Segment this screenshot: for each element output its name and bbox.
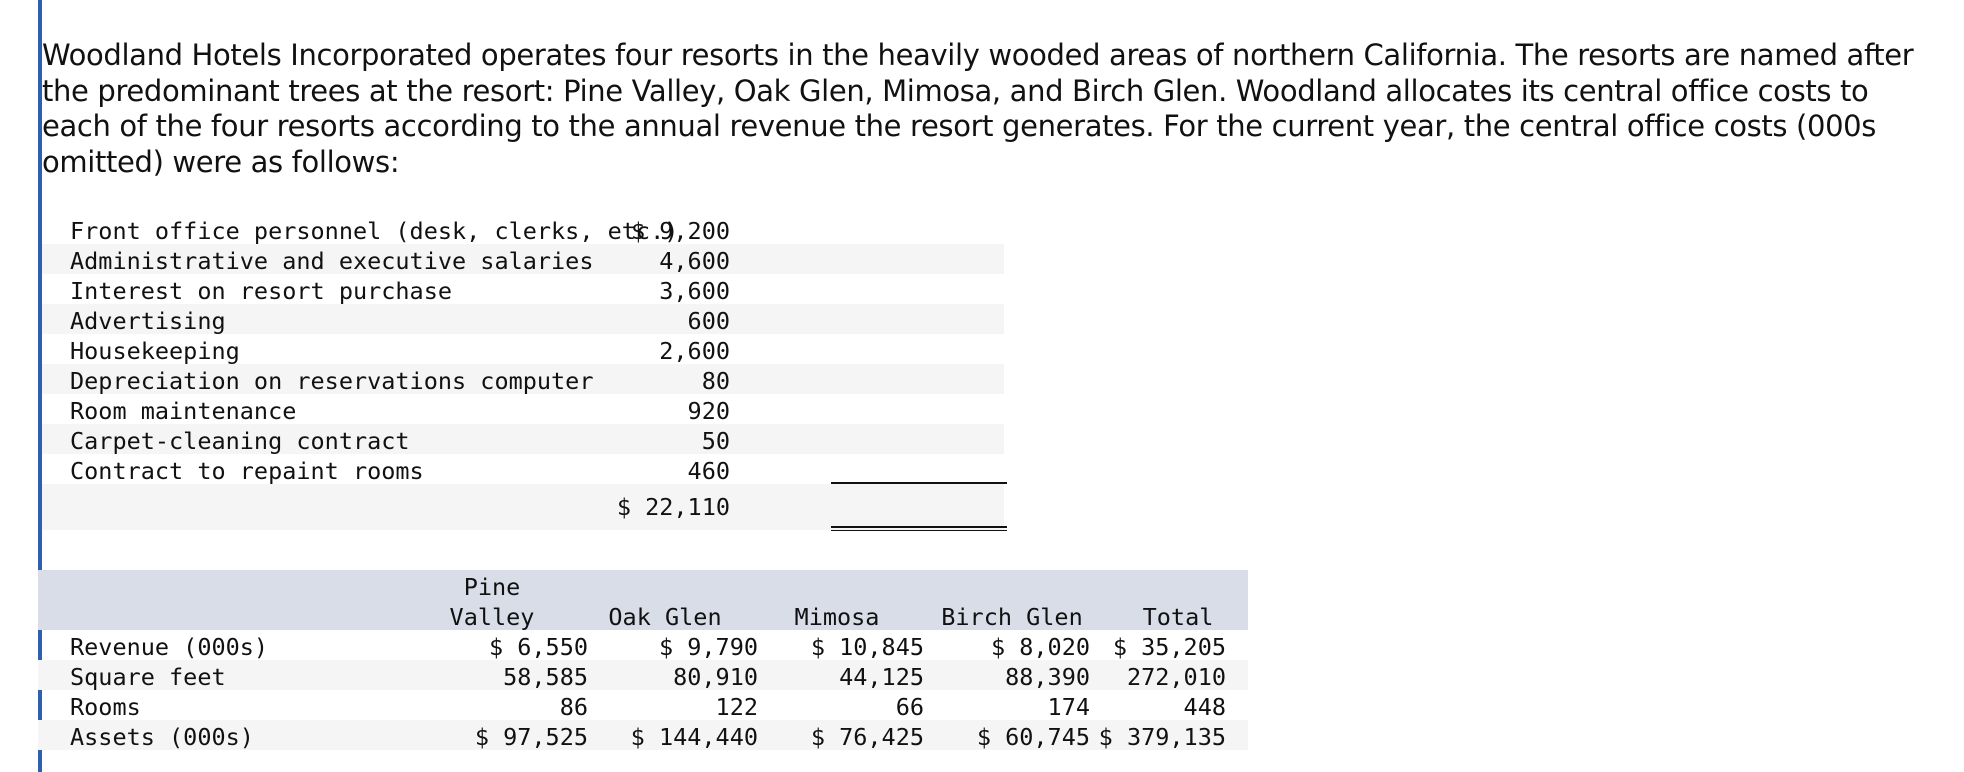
cell-total: $ 379,135 — [1098, 723, 1226, 751]
total-double-underline — [831, 529, 1007, 531]
cost-amount: 460 — [687, 457, 730, 485]
header-pine-line2: Valley — [449, 603, 535, 631]
cell-mimosa: 44,125 — [839, 663, 924, 691]
table-row: Square feet 58,585 80,910 44,125 88,390 … — [38, 660, 1248, 691]
cell-birch-glen: $ 8,020 — [990, 633, 1090, 661]
cost-amount: 3,600 — [659, 277, 730, 305]
cost-label: Administrative and executive salaries — [70, 247, 594, 275]
header-oak-glen: Oak Glen — [608, 603, 722, 631]
cost-total-row: $ 22,110 — [38, 484, 1007, 531]
cell-total: 272,010 — [1126, 663, 1226, 691]
cell-oak-glen: $ 144,440 — [630, 723, 758, 751]
cost-total-amount: $ 22,110 — [616, 493, 730, 521]
cell-mimosa: $ 10,845 — [810, 633, 924, 661]
cost-label: Room maintenance — [70, 397, 297, 425]
cell-birch-glen: $ 60,745 — [976, 723, 1090, 751]
resort-data-table: Pine Valley Oak Glen Mimosa Birch Glen T… — [38, 570, 1248, 751]
cell-oak-glen: 122 — [715, 693, 758, 721]
cell-mimosa: $ 76,425 — [810, 723, 924, 751]
header-total: Total — [1142, 603, 1214, 631]
cost-row: Interest on resort purchase 3,600 — [38, 274, 1004, 305]
cost-row: Depreciation on reservations computer 80 — [38, 364, 1004, 395]
cost-row: Carpet-cleaning contract 50 — [38, 424, 1004, 455]
cost-label: Depreciation on reservations computer — [70, 367, 594, 395]
cell-birch-glen: 174 — [1047, 693, 1090, 721]
row-label: Assets (000s) — [70, 723, 254, 751]
cost-amount: 2,600 — [659, 337, 730, 365]
cell-pine-valley: $ 6,550 — [488, 633, 588, 661]
resort-table-header: Pine Valley Oak Glen Mimosa Birch Glen T… — [38, 570, 1248, 631]
cell-pine-valley: 58,585 — [503, 663, 588, 691]
table-row: Assets (000s) $ 97,525 $ 144,440 $ 76,42… — [38, 720, 1248, 751]
row-label: Revenue (000s) — [70, 633, 269, 661]
cell-birch-glen: 88,390 — [1005, 663, 1090, 691]
cost-label: Advertising — [70, 307, 226, 335]
cost-row: Housekeeping 2,600 — [38, 334, 1004, 365]
cost-amount: 600 — [687, 307, 730, 335]
cell-total: $ 35,205 — [1112, 633, 1226, 661]
header-birch-glen: Birch Glen — [941, 603, 1083, 631]
table-row: Rooms 86 122 66 174 448 — [38, 690, 1248, 721]
cost-amount: 4,600 — [659, 247, 730, 275]
cell-mimosa: 66 — [895, 693, 924, 721]
cost-row: Advertising 600 — [38, 304, 1004, 335]
table-row: Revenue (000s) $ 6,550 $ 9,790 $ 10,845 … — [38, 630, 1248, 661]
cost-row: Contract to repaint rooms 460 — [38, 454, 1007, 485]
cost-row: Front office personnel (desk, clerks, et… — [38, 214, 1004, 245]
cost-amount: 920 — [687, 397, 730, 425]
header-mimosa: Mimosa — [794, 603, 880, 631]
header-pine-line1: Pine — [463, 573, 521, 601]
cost-row: Room maintenance 920 — [38, 394, 1004, 425]
cell-total: 448 — [1183, 693, 1226, 721]
cost-label: Contract to repaint rooms — [70, 457, 424, 485]
cost-label: Housekeeping — [70, 337, 240, 365]
cost-amount: $ 9,200 — [630, 217, 730, 245]
cell-oak-glen: 80,910 — [673, 663, 758, 691]
cell-pine-valley: 86 — [559, 693, 588, 721]
cost-label: Carpet-cleaning contract — [70, 427, 410, 455]
cost-amount: 80 — [701, 367, 730, 395]
cost-amount: 50 — [701, 427, 730, 455]
intro-paragraph: Woodland Hotels Incorporated operates fo… — [42, 38, 1914, 179]
row-label: Rooms — [70, 693, 141, 721]
cost-row: Administrative and executive salaries 4,… — [38, 244, 1004, 275]
cost-label: Front office personnel (desk, clerks, et… — [70, 217, 679, 245]
cell-pine-valley: $ 97,525 — [474, 723, 588, 751]
total-double-underline — [831, 526, 1007, 528]
central-office-costs-table: Front office personnel (desk, clerks, et… — [38, 214, 1007, 531]
cell-oak-glen: $ 9,790 — [658, 633, 758, 661]
cost-label: Interest on resort purchase — [70, 277, 453, 305]
row-label: Square feet — [70, 663, 226, 691]
